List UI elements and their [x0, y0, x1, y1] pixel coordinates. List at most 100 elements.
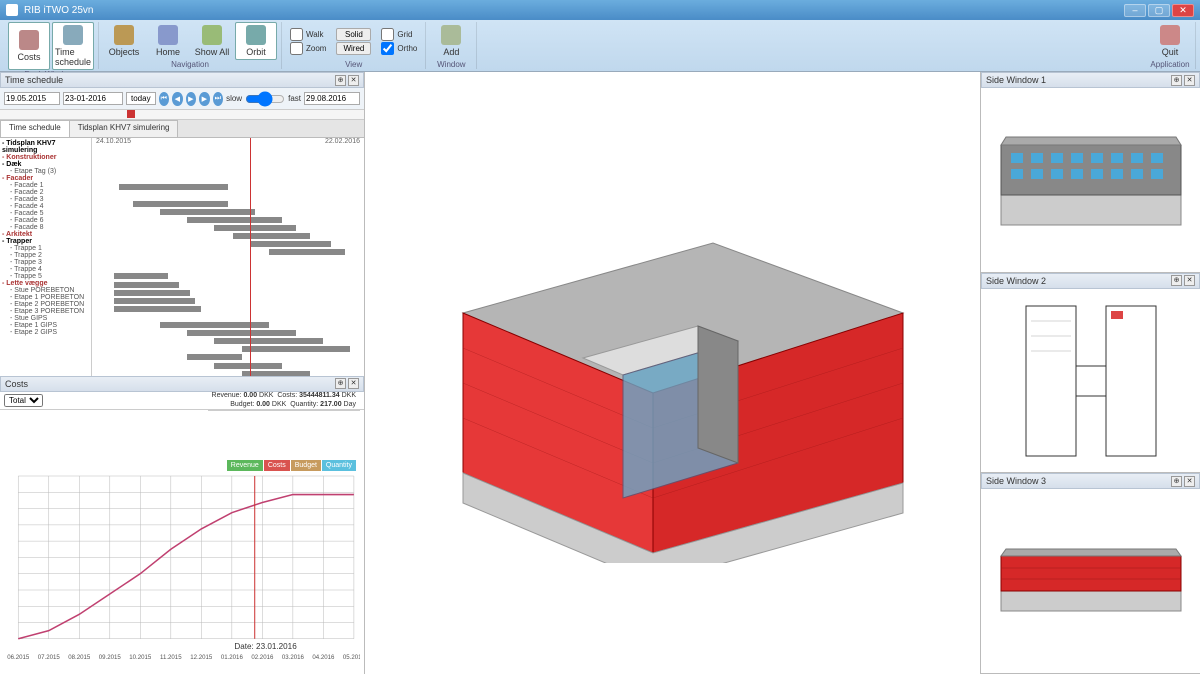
today-button[interactable]: today: [126, 92, 156, 105]
panel-close-icon[interactable]: ✕: [1184, 275, 1195, 286]
gantt-task-list[interactable]: - Tidsplan KHV7 simulering- Konstruktion…: [0, 138, 92, 376]
task-row[interactable]: - Facade 2: [2, 189, 89, 196]
costs-ribbon-button[interactable]: Costs: [8, 22, 50, 70]
costs-filter-select[interactable]: Total: [4, 394, 43, 407]
gantt-bar[interactable]: [269, 249, 345, 255]
panel-close-icon[interactable]: ✕: [1184, 476, 1195, 487]
gantt-bar[interactable]: [114, 282, 179, 288]
pin-icon[interactable]: ⊕: [1171, 75, 1182, 86]
task-row[interactable]: - Konstruktioner: [2, 154, 89, 161]
tab-tidsplan[interactable]: Tidsplan KHV7 simulering: [69, 120, 179, 137]
stepfwd-button[interactable]: ▶: [199, 92, 210, 106]
task-row[interactable]: - Facader: [2, 175, 89, 182]
wired-button[interactable]: Wired: [336, 42, 371, 55]
minimize-button[interactable]: –: [1124, 4, 1146, 17]
task-row[interactable]: - Dæk: [2, 161, 89, 168]
legend-item[interactable]: Quantity: [322, 460, 356, 471]
start-date-input[interactable]: [4, 92, 60, 105]
main-3d-viewport[interactable]: [365, 72, 980, 674]
pin-icon[interactable]: ⊕: [1171, 275, 1182, 286]
task-row[interactable]: - Etape 3 POREBETON: [2, 308, 89, 315]
home-button[interactable]: Home: [147, 22, 189, 60]
gantt-bar[interactable]: [114, 273, 168, 279]
task-row[interactable]: - Stue POREBETON: [2, 287, 89, 294]
gantt-bar[interactable]: [114, 306, 201, 312]
speed-slider[interactable]: [245, 91, 285, 107]
panel-close-icon[interactable]: ✕: [1184, 75, 1195, 86]
play-button[interactable]: ▶: [186, 92, 197, 106]
ribbon-toolbar: Costs Time schedule Dock Windows Objects…: [0, 20, 1200, 72]
task-row[interactable]: - Etape Tag (3): [2, 168, 89, 175]
ortho-checkbox[interactable]: Ortho: [381, 42, 417, 55]
gantt-bar[interactable]: [160, 322, 269, 328]
task-row[interactable]: - Etape 1 POREBETON: [2, 294, 89, 301]
side-window-1-viewport[interactable]: [981, 88, 1200, 272]
task-row[interactable]: - Arkitekt: [2, 231, 89, 238]
grid-checkbox[interactable]: Grid: [381, 28, 417, 41]
add-window-button[interactable]: Add: [430, 22, 472, 60]
objects-button[interactable]: Objects: [103, 22, 145, 60]
gantt-bar[interactable]: [187, 330, 296, 336]
gantt-bar[interactable]: [187, 217, 282, 223]
solid-button[interactable]: Solid: [336, 28, 371, 41]
gantt-bar[interactable]: [233, 233, 309, 239]
gantt-bar[interactable]: [214, 363, 282, 369]
close-button[interactable]: ✕: [1172, 4, 1194, 17]
task-row[interactable]: - Trappe 5: [2, 273, 89, 280]
panel-close-icon[interactable]: ✕: [348, 75, 359, 86]
gantt-bar[interactable]: [242, 346, 351, 352]
task-row[interactable]: - Facade 6: [2, 217, 89, 224]
maximize-button[interactable]: ▢: [1148, 4, 1170, 17]
orbit-button[interactable]: Orbit: [235, 22, 277, 60]
task-row[interactable]: - Trappe 4: [2, 266, 89, 273]
gantt-bar[interactable]: [214, 225, 296, 231]
gantt-bar[interactable]: [114, 298, 196, 304]
task-row[interactable]: - Facade 4: [2, 203, 89, 210]
task-row[interactable]: - Stue GIPS: [2, 315, 89, 322]
ffwd-button[interactable]: ⏭: [213, 92, 224, 106]
side-window-2-viewport[interactable]: [981, 289, 1200, 473]
current-date-input[interactable]: [63, 92, 123, 105]
showall-button[interactable]: Show All: [191, 22, 233, 60]
gantt-bar[interactable]: [187, 354, 241, 360]
task-row[interactable]: - Etape 2 POREBETON: [2, 301, 89, 308]
gantt-bar[interactable]: [119, 184, 228, 190]
gantt-bar[interactable]: [214, 338, 323, 344]
gantt-chart[interactable]: 24.10.201522.02.2016: [92, 138, 364, 376]
task-row[interactable]: - Lette vægge: [2, 280, 89, 287]
zoom-checkbox[interactable]: Zoom: [290, 42, 326, 55]
gantt-bar[interactable]: [242, 371, 310, 376]
walk-checkbox[interactable]: Walk: [290, 28, 326, 41]
task-row[interactable]: - Facade 8: [2, 224, 89, 231]
gantt-bar[interactable]: [160, 209, 255, 215]
gantt-bar[interactable]: [133, 201, 228, 207]
pin-icon[interactable]: ⊕: [335, 75, 346, 86]
panel-close-icon[interactable]: ✕: [348, 378, 359, 389]
legend-item[interactable]: Costs: [264, 460, 290, 471]
timeschedule-ribbon-button[interactable]: Time schedule: [52, 22, 94, 70]
pin-icon[interactable]: ⊕: [335, 378, 346, 389]
stepback-button[interactable]: ◀: [172, 92, 183, 106]
costs-chart[interactable]: Date: 23.01.2016 06.201507.201508.201509…: [4, 414, 360, 670]
quit-button[interactable]: Quit: [1149, 22, 1191, 60]
timeline-ruler[interactable]: [0, 110, 364, 120]
end-date-input[interactable]: [304, 92, 360, 105]
task-row[interactable]: - Facade 1: [2, 182, 89, 189]
task-row[interactable]: - Etape 2 GIPS: [2, 329, 89, 336]
side-window-3-viewport[interactable]: [981, 489, 1200, 673]
rewind-button[interactable]: ⏮: [159, 92, 170, 106]
task-row[interactable]: - Facade 5: [2, 210, 89, 217]
gantt-bar[interactable]: [250, 241, 332, 247]
task-row[interactable]: - Trappe 1: [2, 245, 89, 252]
legend-item[interactable]: Revenue: [227, 460, 263, 471]
tab-time-schedule[interactable]: Time schedule: [0, 120, 70, 137]
task-row[interactable]: - Trapper: [2, 238, 89, 245]
pin-icon[interactable]: ⊕: [1171, 476, 1182, 487]
legend-item[interactable]: Budget: [291, 460, 321, 471]
task-row[interactable]: - Trappe 3: [2, 259, 89, 266]
task-row[interactable]: - Tidsplan KHV7 simulering: [2, 140, 89, 154]
gantt-bar[interactable]: [114, 290, 190, 296]
task-row[interactable]: - Etape 1 GIPS: [2, 322, 89, 329]
task-row[interactable]: - Facade 3: [2, 196, 89, 203]
task-row[interactable]: - Trappe 2: [2, 252, 89, 259]
